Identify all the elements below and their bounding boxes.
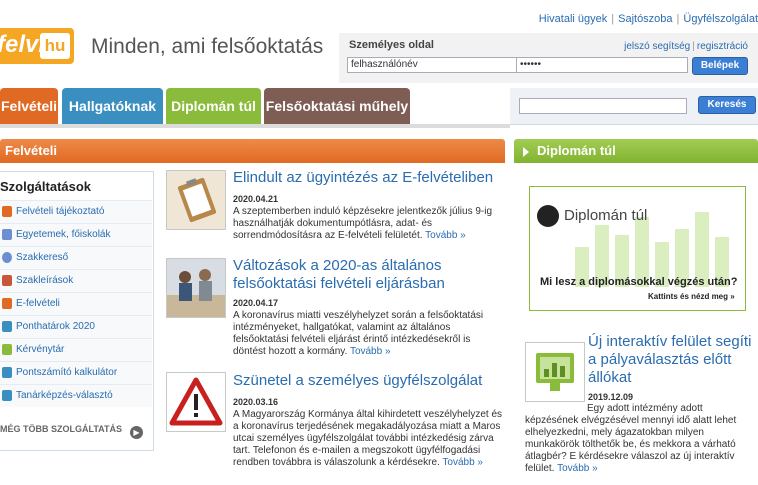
tab-felsooktatasi-muhely[interactable]: Felsőoktatási műhely <box>264 88 410 124</box>
banner-question: Mi lesz a diplomásokkal végzés után? <box>540 276 738 288</box>
diploman-tul-banner[interactable]: Diplomán túl Mi lesz a diplomásokkal vég… <box>529 186 746 311</box>
book-icon <box>2 206 12 217</box>
search-icon <box>2 252 12 263</box>
sidebar-item-tanarkepzes[interactable]: Tanárképzés-választó <box>0 384 152 407</box>
search-button[interactable]: Keresés <box>698 96 756 114</box>
play-icon[interactable]: ▶ <box>130 426 143 439</box>
tab-felveteli[interactable]: Felvételi <box>0 88 58 124</box>
login-button[interactable]: Belépek <box>692 57 748 75</box>
sidebar-item-label: Szakkereső <box>16 252 69 263</box>
login-title: Személyes oldal <box>349 39 434 51</box>
article-date: 2020.03.16 <box>233 397 279 407</box>
teacher-icon <box>2 390 12 401</box>
sidebar-item-kervenytar[interactable]: Kérvénytár <box>0 338 152 361</box>
article-thumbnail[interactable] <box>166 170 226 230</box>
right-article-date: 2019.12.09 <box>588 392 634 402</box>
read-more-link[interactable]: Tovább » <box>442 457 483 468</box>
read-more-link[interactable]: Tovább » <box>350 346 391 357</box>
sidebar-item-label: Egyetemek, főiskolák <box>16 229 111 240</box>
tab-diploman-tul[interactable]: Diplomán túl <box>166 88 261 124</box>
form-icon <box>2 298 12 309</box>
sidebar-item-szakkereso[interactable]: Szakkereső <box>0 246 152 269</box>
password-field[interactable]: •••••• <box>516 57 688 73</box>
article-title[interactable]: Szünetel a személyes ügyfélszolgálat <box>233 372 503 390</box>
article-title[interactable]: Elindult az ügyintézés az E-felvételiben <box>233 169 503 187</box>
sidebar-item-label: Szakleírások <box>16 275 74 286</box>
password-help-link[interactable]: jelszó segítség <box>624 41 690 52</box>
section-title: Felvételi <box>5 143 58 158</box>
arrow-right-icon <box>523 146 529 157</box>
section-title: Diplomán túl <box>537 143 616 158</box>
search-input[interactable] <box>519 98 687 114</box>
banner-logo-icon <box>537 205 559 227</box>
sidebar-item-label: E-felvételi <box>16 298 60 309</box>
top-link-hivatali[interactable]: Hivatali ügyek <box>539 13 607 25</box>
right-article-thumbnail[interactable] <box>525 342 585 402</box>
article-date: 2020.04.21 <box>233 194 279 204</box>
interactive-chart-icon <box>536 353 574 391</box>
sidebar-item-felveteli-tajekoztato[interactable]: Felvételi tájékoztató <box>0 200 152 223</box>
read-more-link[interactable]: Tovább » <box>557 463 598 474</box>
section-header-felveteli: Felvételi <box>0 139 505 163</box>
username-field[interactable]: felhasználónév <box>347 57 517 73</box>
sidebar-item-ponthatarok[interactable]: Ponthatárok 2020 <box>0 315 152 338</box>
logo-text: felvi <box>0 31 46 58</box>
top-links: Hivatali ügyek | Sajtószoba | Ügyfélszolgála… <box>538 13 758 25</box>
article-text: A szeptemberben induló képzésekre jelent… <box>233 206 503 242</box>
more-services-link[interactable]: MÉG TÖBB SZOLGÁLTATÁS <box>0 424 122 434</box>
nav-divider <box>0 124 510 128</box>
tagline: Minden, ami felsőoktatás <box>91 35 324 58</box>
site-logo[interactable]: felvi hu <box>0 28 74 64</box>
right-article-text: Egy adott intézmény adott képzésének elv… <box>525 403 758 475</box>
sidebar-title: Szolgáltatások <box>0 179 92 194</box>
calculator-icon <box>2 367 12 378</box>
tab-hallgatoknak[interactable]: Hallgatóknak <box>62 88 163 124</box>
register-link[interactable]: regisztráció <box>697 41 748 52</box>
sidebar-item-e-felveteli[interactable]: E-felvételi <box>0 292 152 315</box>
chart-icon <box>2 321 12 332</box>
article-title[interactable]: Változások a 2020-as általános felsőokta… <box>233 257 503 293</box>
search-bar: Keresés <box>510 88 758 125</box>
sidebar-item-pontszamito[interactable]: Pontszámító kalkulátor <box>0 361 152 384</box>
sidebar-item-label: Felvételi tájékoztató <box>16 206 105 217</box>
sidebar-item-label: Tanárképzés-választó <box>16 390 113 401</box>
folder-icon <box>2 344 12 355</box>
clipboard-icon <box>177 177 217 223</box>
sidebar-item-label: Pontszámító kalkulátor <box>16 367 118 378</box>
section-header-diploman-tul: Diplomán túl <box>514 139 758 163</box>
article-thumbnail[interactable] <box>166 372 226 432</box>
sidebar-item-szakleirasok[interactable]: Szakleírások <box>0 269 152 292</box>
warning-icon <box>169 377 223 426</box>
article-text: A Magyarország Kormánya által kihirdetet… <box>233 409 503 469</box>
top-link-ugyfelszolgalat[interactable]: Ügyfélszolgálat <box>683 13 758 25</box>
logo-suffix: hu <box>40 33 70 59</box>
article-date: 2020.04.17 <box>233 298 279 308</box>
article-thumbnail[interactable] <box>166 258 226 318</box>
sidebar-item-egyetemek[interactable]: Egyetemek, főiskolák <box>0 223 152 246</box>
read-more-link[interactable]: Tovább » <box>425 230 466 241</box>
sidebar-item-label: Ponthatárok 2020 <box>16 321 95 332</box>
sidebar-item-label: Kérvénytár <box>16 344 65 355</box>
top-link-sajtoszoba[interactable]: Sajtószoba <box>618 13 672 25</box>
building-icon <box>2 229 12 240</box>
login-links: jelszó segítség | regisztráció <box>624 41 748 52</box>
people-photo-icon <box>167 269 225 317</box>
login-box: Személyes oldal jelszó segítség | regisztr… <box>339 33 758 83</box>
services-sidebar: Szolgáltatások Felvételi tájékoztató Egy… <box>0 171 154 451</box>
banner-cta[interactable]: Kattints és nézd meg » <box>648 292 735 301</box>
banner-title: Diplomán túl <box>564 207 648 224</box>
document-icon <box>2 275 12 286</box>
right-article-title[interactable]: Új interaktív felület segíti a pályavála… <box>588 333 758 387</box>
article-text: A koronavírus miatti veszélyhelyzet sorá… <box>233 310 503 358</box>
